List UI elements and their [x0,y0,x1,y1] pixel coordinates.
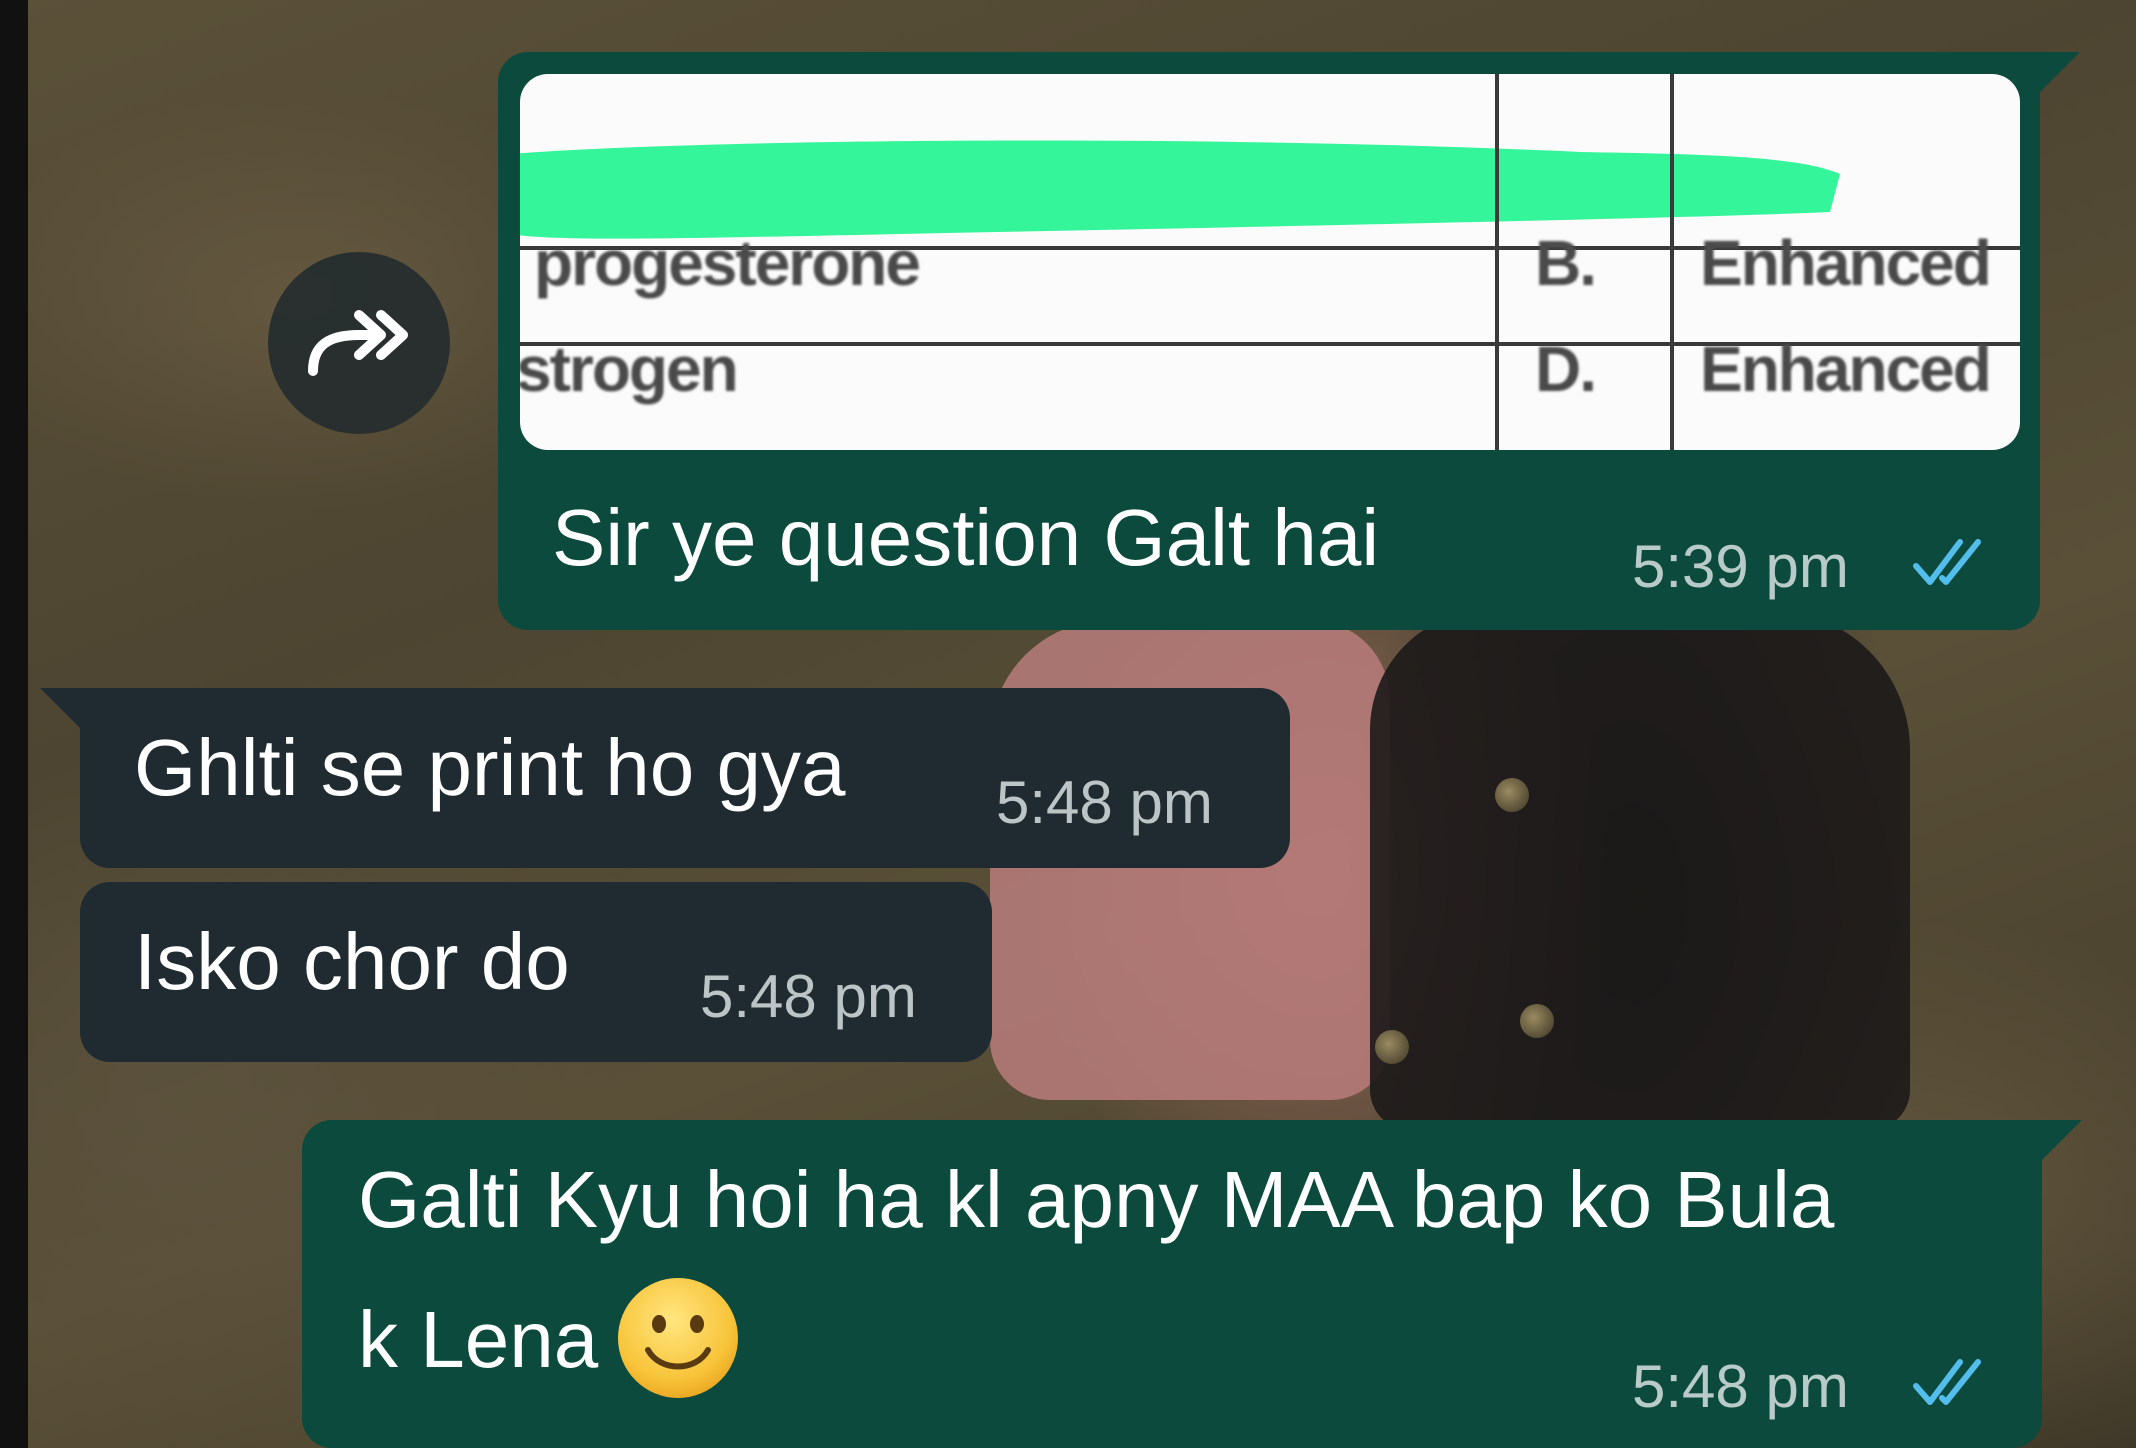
wallpaper-coat-button [1495,778,1529,812]
bubble-tail [2042,1120,2082,1160]
message-time: 5:48 pm [700,963,917,1030]
table-cell: D. [1535,333,1597,405]
table-rule [1495,74,1499,450]
message-text: Ghlti se print ho gya [134,723,846,812]
message-time: 5:39 pm [1632,533,1849,600]
table-cell: B. [1535,227,1597,299]
screen-left-edge [0,0,28,1448]
table-cell: progesterone [534,227,921,299]
table-cell: strogen [520,333,739,405]
message-text: Galti Kyu hoi ha kl apny MAA bap ko Bula [358,1155,1835,1244]
message-text: Isko chor do [134,917,570,1006]
forward-button[interactable] [268,252,450,434]
bubble-tail [2040,52,2080,92]
slightly-smiling-face-icon [618,1278,739,1398]
message-time: 5:48 pm [996,769,1213,836]
table-cell: Enhanced [1700,333,1992,405]
read-ticks-icon [1913,539,1981,585]
message-text-line2: k Lena [358,1278,740,1408]
table-rule [1670,74,1674,450]
message-time: 5:48 pm [1632,1353,1849,1420]
wallpaper-coat-button [1520,1004,1554,1038]
bubble-tail [40,688,80,728]
message-text: k Lena [358,1295,599,1385]
read-ticks-icon [1913,1359,1981,1405]
table-cell: Enhanced [1700,227,1992,299]
wallpaper-coat-button [1375,1030,1409,1064]
message-text: Sir ye question Galt hai [552,493,1380,582]
forward-icon [308,310,408,376]
message-image-preview[interactable]: progesterone B. Enhanced strogen D. Enha… [520,74,2020,450]
wallpaper-figure-coat [1370,610,1910,1130]
